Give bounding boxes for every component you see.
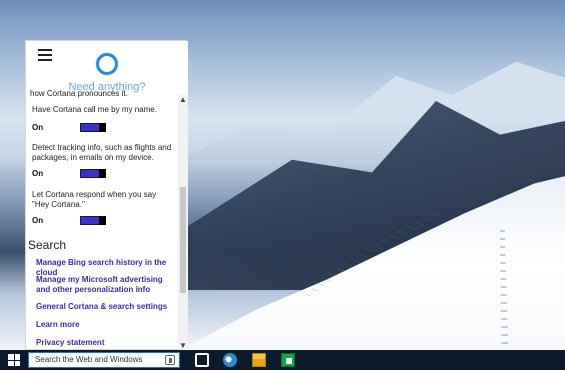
cortana-panel: Need anything? how Cortana pronounces it… — [25, 40, 188, 351]
toggle-label: On — [32, 123, 44, 132]
microphone-icon[interactable] — [165, 355, 175, 365]
partial-text: how Cortana pronounces it. — [30, 89, 128, 98]
toggle-knob — [99, 123, 106, 132]
taskbar-search[interactable]: Search the Web and Windows — [28, 352, 180, 368]
taskbar: Search the Web and Windows — [0, 350, 565, 370]
scrollbar[interactable]: ▲ ▼ — [178, 95, 188, 351]
hamburger-icon[interactable] — [38, 49, 52, 61]
setting-description: Have Cortana call me by my name. — [32, 105, 157, 114]
file-explorer-icon[interactable] — [252, 353, 266, 367]
toggle-row: On — [32, 169, 172, 181]
windows-logo-icon — [8, 354, 20, 366]
tracking-info-toggle[interactable] — [80, 169, 106, 178]
setting-description: Detect tracking info, such as flights an… — [32, 143, 172, 162]
scroll-up-icon[interactable]: ▲ — [178, 95, 188, 105]
cortana-ring-icon — [96, 53, 118, 75]
cortana-header: Need anything? — [26, 41, 188, 95]
link-general-settings[interactable]: General Cortana & search settings — [36, 302, 176, 312]
task-view-icon[interactable] — [195, 353, 209, 367]
edge-icon[interactable] — [223, 353, 237, 367]
section-title-search: Search — [28, 238, 67, 252]
scroll-thumb[interactable] — [180, 187, 186, 293]
search-placeholder: Search the Web and Windows — [35, 355, 143, 364]
start-button[interactable] — [0, 350, 28, 370]
toggle-label: On — [32, 169, 44, 178]
setting-tracking-info: Detect tracking info, such as flights an… — [32, 143, 172, 163]
toggle-row: On — [32, 216, 172, 228]
link-learn-more[interactable]: Learn more — [36, 320, 176, 330]
hey-cortana-toggle[interactable] — [80, 216, 106, 225]
setting-hey-cortana: Let Cortana respond when you say "Hey Co… — [32, 190, 172, 210]
setting-call-by-name: Have Cortana call me by my name. — [32, 105, 172, 115]
toggle-label: On — [32, 216, 44, 225]
toggle-knob — [99, 169, 106, 178]
call-by-name-toggle[interactable] — [80, 123, 106, 132]
link-privacy-statement[interactable]: Privacy statement — [36, 338, 176, 348]
setting-description: Let Cortana respond when you say "Hey Co… — [32, 190, 157, 209]
store-icon[interactable] — [281, 353, 295, 367]
toggle-row: On — [32, 123, 172, 135]
toggle-knob — [99, 216, 106, 225]
link-advertising[interactable]: Manage my Microsoft advertising and othe… — [36, 275, 176, 295]
cortana-settings-content: how Cortana pronounces it. Have Cortana … — [26, 89, 178, 351]
